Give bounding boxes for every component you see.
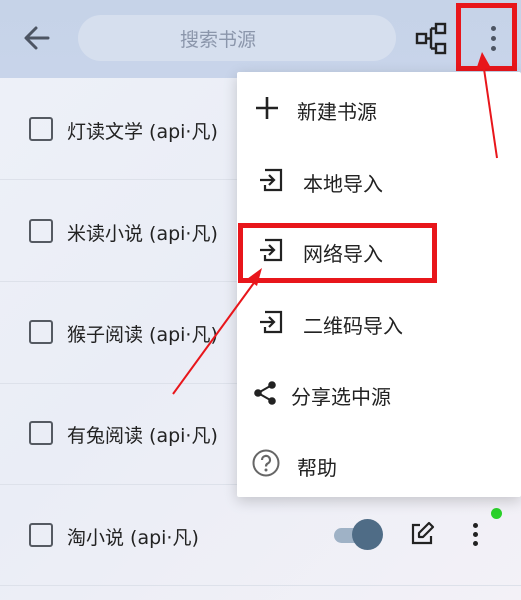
- menu-item-label: 二维码导入: [303, 314, 403, 338]
- source-name: 猴子阅读 (api·凡): [67, 324, 218, 346]
- list-item[interactable]: 淘小说 (api·凡): [0, 484, 521, 586]
- enable-toggle[interactable]: [334, 519, 384, 551]
- search-placeholder: 搜索书源: [179, 28, 256, 51]
- checkbox[interactable]: [29, 117, 53, 141]
- help-icon: [252, 449, 280, 477]
- tree-icon[interactable]: [415, 22, 449, 56]
- menu-item-share-selected[interactable]: 分享选中源: [237, 357, 521, 427]
- source-name: 有兔阅读 (api·凡): [67, 425, 218, 447]
- import-icon: [260, 168, 283, 192]
- menu-item-label: 新建书源: [297, 100, 377, 124]
- overflow-menu: 新建书源 本地导入 网络导入 二维码导入 分享选中源 帮助: [237, 72, 521, 497]
- back-arrow-icon[interactable]: [22, 20, 52, 56]
- checkbox[interactable]: [29, 219, 53, 243]
- search-input[interactable]: 搜索书源: [78, 15, 396, 61]
- checkbox[interactable]: [29, 523, 53, 547]
- highlight-network-import: [238, 223, 437, 283]
- share-icon: [254, 381, 276, 405]
- menu-item-label: 帮助: [297, 456, 337, 480]
- source-name: 米读小说 (api·凡): [67, 223, 218, 245]
- plus-icon: [256, 97, 278, 119]
- checkbox[interactable]: [29, 320, 53, 344]
- menu-item-qrcode-import[interactable]: 二维码导入: [237, 286, 521, 356]
- source-name: 灯读文学 (api·凡): [67, 121, 218, 143]
- edit-icon[interactable]: [408, 520, 436, 548]
- menu-item-local-import[interactable]: 本地导入: [237, 144, 521, 214]
- row-more-icon[interactable]: [466, 516, 484, 552]
- menu-item-label: 本地导入: [303, 172, 383, 196]
- source-name: 淘小说 (api·凡): [67, 527, 199, 549]
- import-icon: [260, 310, 283, 334]
- checkbox[interactable]: [29, 421, 53, 445]
- menu-item-label: 分享选中源: [291, 385, 391, 409]
- app-bar: 搜索书源: [0, 0, 521, 78]
- status-dot: [491, 508, 502, 519]
- menu-item-help[interactable]: 帮助: [237, 428, 521, 498]
- menu-item-new-source[interactable]: 新建书源: [237, 72, 521, 142]
- highlight-more-button: [456, 3, 517, 71]
